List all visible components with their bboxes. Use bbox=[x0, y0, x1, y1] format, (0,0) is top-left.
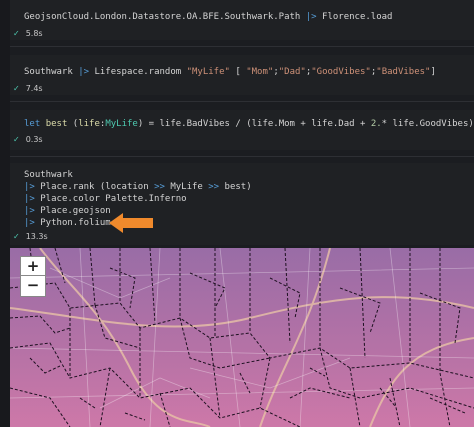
cell-separator bbox=[10, 101, 474, 102]
cell-status: ✓ 0.3s bbox=[13, 135, 43, 144]
cell-status: ✓ 7.4s bbox=[13, 84, 43, 93]
editor-gutter bbox=[0, 0, 10, 427]
execution-time: 13.3s bbox=[25, 232, 48, 241]
map-tiles bbox=[10, 248, 474, 427]
cell-status: ✓ 13.3s bbox=[13, 232, 48, 241]
notebook-cell-2[interactable]: Southwark |> Lifespace.random "MyLife" [… bbox=[10, 55, 474, 95]
execution-time: 7.4s bbox=[25, 84, 43, 93]
code-line: |> Place.color Palette.Inferno bbox=[24, 194, 187, 204]
execution-time: 5.8s bbox=[25, 29, 43, 38]
cell-separator bbox=[10, 156, 474, 157]
execution-time: 0.3s bbox=[25, 135, 43, 144]
check-icon: ✓ bbox=[13, 135, 20, 144]
notebook-cell-3[interactable]: let best (life:MyLife) = life.BadVibes /… bbox=[10, 110, 474, 150]
notebook-cell-1[interactable]: GeojsonCloud.London.Datastore.OA.BFE.Sou… bbox=[10, 0, 474, 40]
code-line: GeojsonCloud.London.Datastore.OA.BFE.Sou… bbox=[24, 12, 393, 22]
code-line: let best (life:MyLife) = life.BadVibes /… bbox=[24, 119, 474, 129]
check-icon: ✓ bbox=[13, 232, 20, 241]
code-line: |> Place.rank (location >> MyLife >> bes… bbox=[24, 182, 252, 192]
code-line: Southwark bbox=[24, 170, 73, 180]
arrow-icon bbox=[109, 213, 153, 233]
notebook-cell-4[interactable]: Southwark |> Place.rank (location >> MyL… bbox=[10, 163, 474, 245]
code-line: |> Python.folium bbox=[24, 218, 111, 228]
check-icon: ✓ bbox=[13, 84, 20, 93]
code-line: Southwark |> Lifespace.random "MyLife" [… bbox=[24, 67, 436, 77]
cell-separator bbox=[10, 46, 474, 47]
cell-status: ✓ 5.8s bbox=[13, 29, 43, 38]
code-line: |> Place.geojson bbox=[24, 206, 111, 216]
folium-map[interactable]: + − bbox=[10, 248, 474, 427]
check-icon: ✓ bbox=[13, 29, 20, 38]
zoom-out-button[interactable]: − bbox=[20, 275, 46, 297]
